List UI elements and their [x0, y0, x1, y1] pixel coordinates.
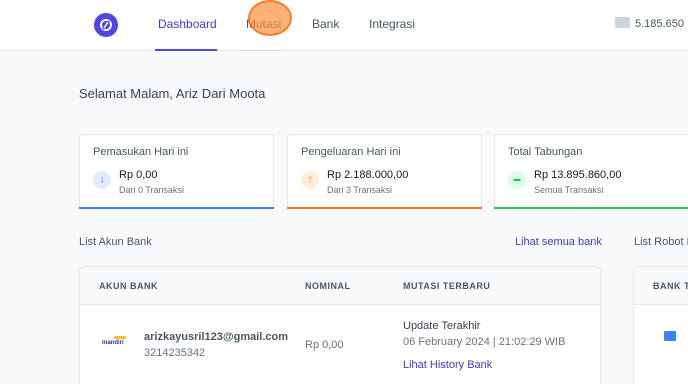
top-navbar: Dashboard Mutasi Bank Integrasi 5.185.65…	[0, 0, 688, 51]
bank-account-table: AKUN BANK NOMINAL MUTASI TERBARU mandiri…	[79, 266, 601, 384]
stat-accent-bar	[79, 207, 274, 209]
stat-card-pemasukan: Pemasukan Hari ini ↓ Rp 0,00 Dari 0 Tran…	[79, 134, 274, 209]
arrow-up-icon: ↑	[301, 171, 319, 189]
active-tab-indicator	[155, 49, 217, 51]
view-all-banks-link[interactable]: Lihat semua bank	[515, 236, 602, 248]
nav-tab-integrasi[interactable]: Integrasi	[369, 17, 415, 31]
stat-value: Rp 13.895.860,00	[534, 169, 622, 181]
column-header-bank: BANK T	[653, 281, 688, 291]
robot-list-title: List Robot B	[634, 236, 688, 248]
stat-title: Total Tabungan	[508, 146, 583, 158]
greeting-text: Selamat Malam, Ariz Dari Moota	[79, 86, 266, 101]
moota-logo[interactable]	[94, 13, 118, 37]
stat-value: Rp 0,00	[119, 169, 158, 181]
stat-subtext: Dari 3 Transaksi	[327, 185, 393, 195]
hover-tab-indicator	[240, 50, 282, 51]
arrow-down-icon: ↓	[93, 171, 111, 189]
wallet-icon	[615, 17, 630, 28]
nav-tab-bank[interactable]: Bank	[312, 17, 339, 31]
account-nominal: Rp 0,00	[305, 339, 344, 351]
bank-card-icon	[664, 331, 676, 341]
account-number: 3214235342	[144, 347, 206, 359]
column-header-akun-bank: AKUN BANK	[99, 281, 158, 291]
history-bank-link[interactable]: Lihat History Bank	[403, 359, 492, 371]
stat-title: Pemasukan Hari ini	[93, 146, 189, 158]
update-label: Update Terakhir	[403, 320, 481, 332]
column-header-nominal: NOMINAL	[305, 281, 351, 291]
balance-display[interactable]: 5.185.650	[615, 17, 684, 30]
table-header: AKUN BANK NOMINAL MUTASI TERBARU	[80, 267, 600, 305]
stat-accent-bar	[287, 207, 482, 209]
balance-value: 5.185.650	[635, 18, 684, 30]
account-email: arizkayusril123@gmail.com	[144, 331, 289, 343]
stat-title: Pengeluaran Hari ini	[301, 146, 401, 158]
table-header: BANK T	[634, 267, 688, 305]
stat-card-pengeluaran: Pengeluaran Hari ini ↑ Rp 2.188.000,00 D…	[287, 134, 482, 209]
stat-subtext: Dari 0 Transaksi	[119, 185, 185, 195]
stat-card-tabungan: Total Tabungan ▬ Rp 13.895.860,00 Semua …	[494, 134, 688, 209]
nav-tab-dashboard[interactable]: Dashboard	[158, 17, 217, 31]
click-indicator	[248, 0, 292, 36]
stat-value: Rp 2.188.000,00	[327, 169, 409, 181]
bank-logo-mandiri: mandiri	[102, 336, 126, 346]
wallet-icon: ▬	[508, 171, 526, 189]
stat-accent-bar	[494, 207, 688, 209]
update-timestamp: 06 February 2024 | 21:02:29 WIB	[403, 336, 566, 348]
robot-list-table: BANK T	[633, 266, 688, 384]
column-header-mutasi-terbaru: MUTASI TERBARU	[403, 281, 491, 291]
bank-list-title: List Akun Bank	[79, 236, 152, 248]
stat-subtext: Semua Transaksi	[534, 185, 604, 195]
